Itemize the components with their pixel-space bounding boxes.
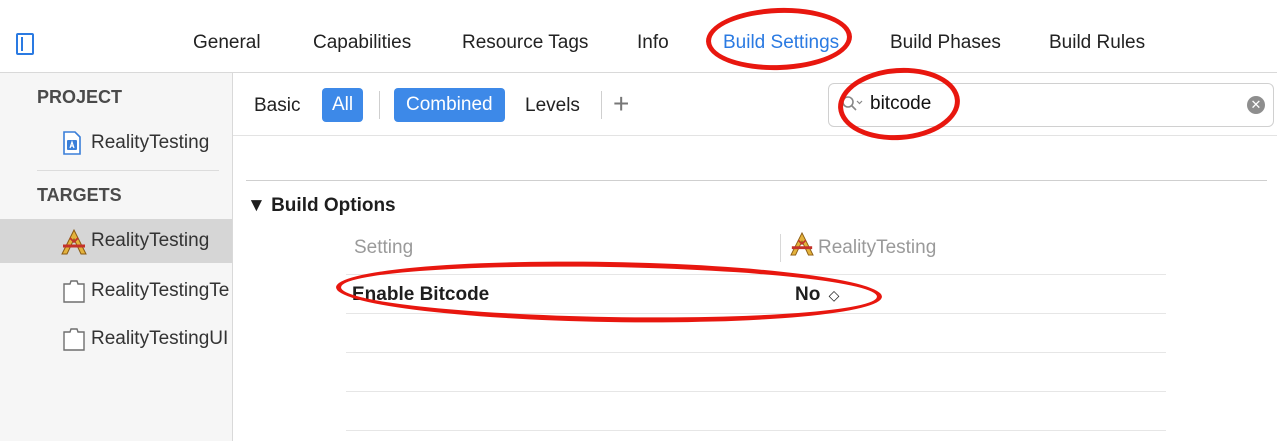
annotation-circle-enable-bitcode	[335, 257, 883, 327]
sidebar-divider	[37, 170, 219, 171]
test-bundle-icon	[62, 279, 86, 308]
tab-general[interactable]: General	[193, 32, 261, 54]
content-divider	[246, 180, 1267, 181]
tab-build-rules[interactable]: Build Rules	[1049, 32, 1145, 54]
row-separator	[346, 391, 1166, 392]
setting-column-header: Setting	[354, 237, 414, 258]
editor-tab-bar: General Capabilities Resource Tags Info …	[0, 0, 1277, 73]
sidebar-item-project[interactable]: RealityTesting	[0, 121, 232, 165]
project-section-header: PROJECT	[37, 87, 123, 107]
build-settings-filter-bar: Basic All Combined Levels + ✕	[233, 73, 1277, 136]
clear-search-icon[interactable]: ✕	[1247, 96, 1265, 114]
add-setting-button[interactable]: +	[613, 88, 629, 120]
filter-divider	[379, 91, 380, 119]
sidebar-item-label: RealityTestingTe...	[91, 280, 229, 301]
navigator-toggle-icon[interactable]	[16, 33, 34, 55]
test-bundle-icon	[62, 327, 86, 356]
targets-section-header: TARGETS	[37, 185, 122, 205]
tab-info[interactable]: Info	[637, 32, 669, 54]
sidebar-item-label: RealityTesting	[91, 230, 210, 251]
row-separator	[346, 430, 1166, 431]
tab-capabilities[interactable]: Capabilities	[313, 32, 411, 54]
project-file-icon	[62, 131, 82, 160]
project-navigator: PROJECT RealityTesting TARGETS RealityTe…	[0, 73, 233, 441]
filter-basic-button[interactable]: Basic	[254, 95, 300, 117]
tab-build-phases[interactable]: Build Phases	[890, 32, 1001, 54]
sidebar-item-target-tests[interactable]: RealityTestingTe...	[0, 269, 232, 313]
app-target-icon	[60, 228, 88, 260]
app-target-icon	[789, 231, 815, 261]
tab-resource-tags[interactable]: Resource Tags	[462, 32, 588, 54]
sidebar-item-label: RealityTesting	[91, 132, 210, 153]
build-options-group-header[interactable]: ▼ Build Options	[247, 195, 396, 217]
column-divider	[780, 234, 781, 262]
filter-levels-button[interactable]: Levels	[525, 95, 580, 117]
sidebar-item-target-app[interactable]: RealityTesting	[0, 219, 232, 263]
filter-all-button[interactable]: All	[322, 88, 364, 122]
target-column-header: RealityTesting	[818, 237, 937, 258]
filter-combined-button[interactable]: Combined	[394, 88, 505, 122]
row-separator	[346, 352, 1166, 353]
filter-divider	[601, 91, 602, 119]
sidebar-item-target-uitests[interactable]: RealityTestingUI...	[0, 317, 232, 361]
sidebar-item-label: RealityTestingUI...	[91, 328, 229, 349]
